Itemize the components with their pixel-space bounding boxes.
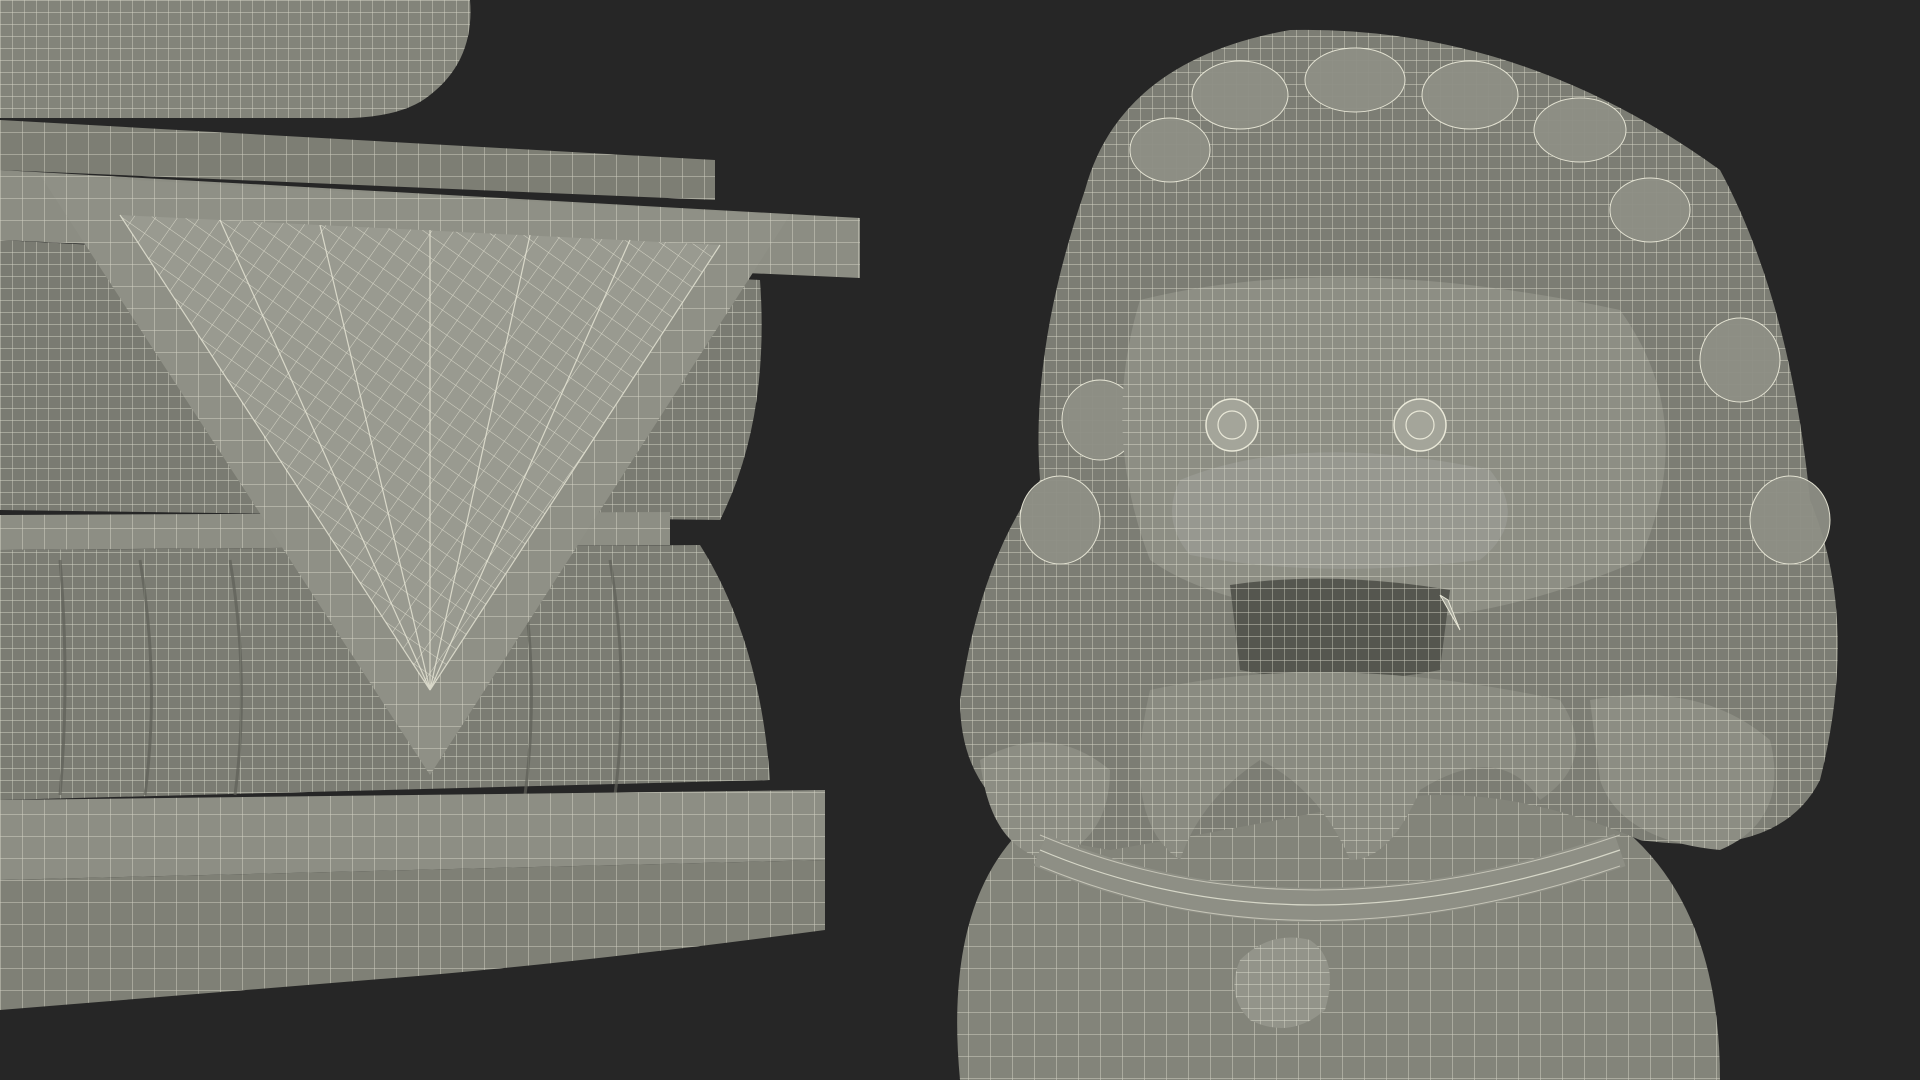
wireframe-render-view (0, 0, 1920, 1080)
render-canvas (0, 0, 1920, 1080)
